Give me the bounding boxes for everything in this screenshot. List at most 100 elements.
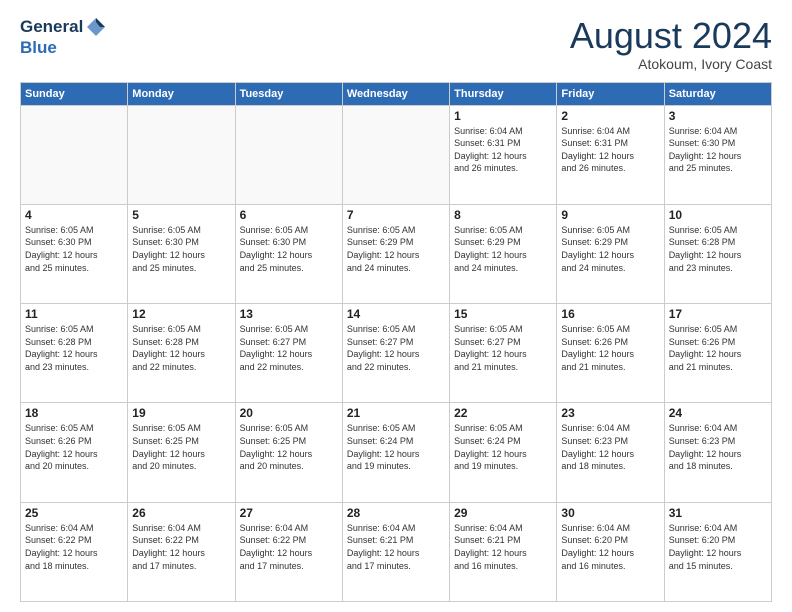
day-number: 2 bbox=[561, 109, 659, 123]
cell-info: Sunrise: 6:04 AMSunset: 6:23 PMDaylight:… bbox=[669, 422, 767, 472]
calendar-cell: 9Sunrise: 6:05 AMSunset: 6:29 PMDaylight… bbox=[557, 204, 664, 303]
day-number: 10 bbox=[669, 208, 767, 222]
cell-info: Sunrise: 6:05 AMSunset: 6:27 PMDaylight:… bbox=[347, 323, 445, 373]
calendar-cell: 4 Sunrise: 6:05 AMSunset: 6:30 PMDaylight… bbox=[21, 204, 128, 303]
calendar-cell bbox=[128, 105, 235, 204]
calendar-cell: 19 Sunrise: 6:05 AMSunset: 6:25 PMDayligh… bbox=[128, 403, 235, 502]
cell-info: Sunrise: 6:05 AMSunset: 6:29 PMDaylight:… bbox=[454, 224, 552, 274]
calendar-cell bbox=[21, 105, 128, 204]
calendar-cell: 6 Sunrise: 6:05 AMSunset: 6:30 PMDaylight… bbox=[235, 204, 342, 303]
calendar-cell: 21Sunrise: 6:05 AMSunset: 6:24 PMDayligh… bbox=[342, 403, 449, 502]
cell-info: Sunrise: 6:04 AMSunset: 6:23 PMDaylight:… bbox=[561, 422, 659, 472]
calendar-cell bbox=[235, 105, 342, 204]
cell-info: Sunrise: 6:05 AMSunset: 6:25 PMDaylight:… bbox=[132, 422, 230, 472]
day-number: 6 bbox=[240, 208, 338, 222]
calendar-cell: 24 Sunrise: 6:04 AMSunset: 6:23 PMDayligh… bbox=[664, 403, 771, 502]
cell-info: Sunrise: 6:04 AMSunset: 6:30 PMDaylight:… bbox=[669, 125, 767, 175]
day-number: 13 bbox=[240, 307, 338, 321]
weekday-header-saturday: Saturday bbox=[664, 82, 771, 105]
calendar-cell: 12 Sunrise: 6:05 AMSunset: 6:28 PMDayligh… bbox=[128, 304, 235, 403]
cell-info: Sunrise: 6:04 AMSunset: 6:22 PMDaylight:… bbox=[25, 522, 123, 572]
day-number: 22 bbox=[454, 406, 552, 420]
cell-info: Sunrise: 6:05 AMSunset: 6:24 PMDaylight:… bbox=[454, 422, 552, 472]
day-number: 31 bbox=[669, 506, 767, 520]
calendar-cell: 3Sunrise: 6:04 AMSunset: 6:30 PMDaylight… bbox=[664, 105, 771, 204]
day-number: 18 bbox=[25, 406, 123, 420]
day-number: 8 bbox=[454, 208, 552, 222]
day-number: 1 bbox=[454, 109, 552, 123]
week-row-4: 25 Sunrise: 6:04 AMSunset: 6:22 PMDayligh… bbox=[21, 502, 772, 601]
calendar-cell: 11 Sunrise: 6:05 AMSunset: 6:28 PMDayligh… bbox=[21, 304, 128, 403]
weekday-header-tuesday: Tuesday bbox=[235, 82, 342, 105]
day-number: 21 bbox=[347, 406, 445, 420]
calendar-cell: 10 Sunrise: 6:05 AMSunset: 6:28 PMDayligh… bbox=[664, 204, 771, 303]
page: General Blue August 2024 Atokoum, Ivory … bbox=[0, 0, 792, 612]
calendar-cell: 14 Sunrise: 6:05 AMSunset: 6:27 PMDayligh… bbox=[342, 304, 449, 403]
weekday-header-monday: Monday bbox=[128, 82, 235, 105]
calendar-cell: 22 Sunrise: 6:05 AMSunset: 6:24 PMDayligh… bbox=[450, 403, 557, 502]
calendar-cell: 30 Sunrise: 6:04 AMSunset: 6:20 PMDayligh… bbox=[557, 502, 664, 601]
location: Atokoum, Ivory Coast bbox=[570, 56, 772, 72]
weekday-header-row: SundayMondayTuesdayWednesdayThursdayFrid… bbox=[21, 82, 772, 105]
calendar-cell: 27 Sunrise: 6:04 AMSunset: 6:22 PMDayligh… bbox=[235, 502, 342, 601]
cell-info: Sunrise: 6:05 AMSunset: 6:29 PMDaylight:… bbox=[347, 224, 445, 274]
week-row-3: 18 Sunrise: 6:05 AMSunset: 6:26 PMDayligh… bbox=[21, 403, 772, 502]
day-number: 19 bbox=[132, 406, 230, 420]
day-number: 23 bbox=[561, 406, 659, 420]
calendar-cell: 23 Sunrise: 6:04 AMSunset: 6:23 PMDayligh… bbox=[557, 403, 664, 502]
cell-info: Sunrise: 6:04 AMSunset: 6:21 PMDaylight:… bbox=[347, 522, 445, 572]
logo-general-text: General bbox=[20, 17, 83, 37]
cell-info: Sunrise: 6:05 AMSunset: 6:28 PMDaylight:… bbox=[132, 323, 230, 373]
day-number: 7 bbox=[347, 208, 445, 222]
day-number: 24 bbox=[669, 406, 767, 420]
calendar-cell: 31 Sunrise: 6:04 AMSunset: 6:20 PMDayligh… bbox=[664, 502, 771, 601]
calendar-cell: 15 Sunrise: 6:05 AMSunset: 6:27 PMDayligh… bbox=[450, 304, 557, 403]
day-number: 5 bbox=[132, 208, 230, 222]
cell-info: Sunrise: 6:05 AMSunset: 6:30 PMDaylight:… bbox=[240, 224, 338, 274]
calendar-cell: 1 Sunrise: 6:04 AMSunset: 6:31 PMDaylight… bbox=[450, 105, 557, 204]
cell-info: Sunrise: 6:04 AMSunset: 6:20 PMDaylight:… bbox=[561, 522, 659, 572]
cell-info: Sunrise: 6:05 AMSunset: 6:25 PMDaylight:… bbox=[240, 422, 338, 472]
calendar-cell: 7 Sunrise: 6:05 AMSunset: 6:29 PMDaylight… bbox=[342, 204, 449, 303]
header: General Blue August 2024 Atokoum, Ivory … bbox=[20, 16, 772, 72]
calendar-cell: 18 Sunrise: 6:05 AMSunset: 6:26 PMDayligh… bbox=[21, 403, 128, 502]
cell-info: Sunrise: 6:05 AMSunset: 6:26 PMDaylight:… bbox=[25, 422, 123, 472]
day-number: 29 bbox=[454, 506, 552, 520]
weekday-header-friday: Friday bbox=[557, 82, 664, 105]
week-row-2: 11 Sunrise: 6:05 AMSunset: 6:28 PMDayligh… bbox=[21, 304, 772, 403]
calendar-cell: 5Sunrise: 6:05 AMSunset: 6:30 PMDaylight… bbox=[128, 204, 235, 303]
calendar-cell: 26 Sunrise: 6:04 AMSunset: 6:22 PMDayligh… bbox=[128, 502, 235, 601]
calendar-cell: 13Sunrise: 6:05 AMSunset: 6:27 PMDayligh… bbox=[235, 304, 342, 403]
calendar-cell: 28Sunrise: 6:04 AMSunset: 6:21 PMDayligh… bbox=[342, 502, 449, 601]
calendar-table: SundayMondayTuesdayWednesdayThursdayFrid… bbox=[20, 82, 772, 602]
cell-info: Sunrise: 6:05 AMSunset: 6:28 PMDaylight:… bbox=[25, 323, 123, 373]
weekday-header-wednesday: Wednesday bbox=[342, 82, 449, 105]
day-number: 25 bbox=[25, 506, 123, 520]
day-number: 9 bbox=[561, 208, 659, 222]
week-row-0: 1 Sunrise: 6:04 AMSunset: 6:31 PMDaylight… bbox=[21, 105, 772, 204]
logo-blue-text: Blue bbox=[20, 38, 57, 58]
day-number: 17 bbox=[669, 307, 767, 321]
calendar-cell bbox=[342, 105, 449, 204]
day-number: 26 bbox=[132, 506, 230, 520]
day-number: 11 bbox=[25, 307, 123, 321]
cell-info: Sunrise: 6:05 AMSunset: 6:30 PMDaylight:… bbox=[25, 224, 123, 274]
cell-info: Sunrise: 6:04 AMSunset: 6:22 PMDaylight:… bbox=[240, 522, 338, 572]
cell-info: Sunrise: 6:04 AMSunset: 6:31 PMDaylight:… bbox=[561, 125, 659, 175]
calendar-cell: 29Sunrise: 6:04 AMSunset: 6:21 PMDayligh… bbox=[450, 502, 557, 601]
cell-info: Sunrise: 6:05 AMSunset: 6:28 PMDaylight:… bbox=[669, 224, 767, 274]
calendar-cell: 2 Sunrise: 6:04 AMSunset: 6:31 PMDaylight… bbox=[557, 105, 664, 204]
calendar-cell: 8 Sunrise: 6:05 AMSunset: 6:29 PMDaylight… bbox=[450, 204, 557, 303]
calendar-cell: 25 Sunrise: 6:04 AMSunset: 6:22 PMDayligh… bbox=[21, 502, 128, 601]
cell-info: Sunrise: 6:04 AMSunset: 6:31 PMDaylight:… bbox=[454, 125, 552, 175]
day-number: 30 bbox=[561, 506, 659, 520]
cell-info: Sunrise: 6:04 AMSunset: 6:20 PMDaylight:… bbox=[669, 522, 767, 572]
cell-info: Sunrise: 6:05 AMSunset: 6:27 PMDaylight:… bbox=[454, 323, 552, 373]
day-number: 15 bbox=[454, 307, 552, 321]
day-number: 12 bbox=[132, 307, 230, 321]
day-number: 27 bbox=[240, 506, 338, 520]
cell-info: Sunrise: 6:04 AMSunset: 6:22 PMDaylight:… bbox=[132, 522, 230, 572]
weekday-header-sunday: Sunday bbox=[21, 82, 128, 105]
day-number: 14 bbox=[347, 307, 445, 321]
day-number: 4 bbox=[25, 208, 123, 222]
